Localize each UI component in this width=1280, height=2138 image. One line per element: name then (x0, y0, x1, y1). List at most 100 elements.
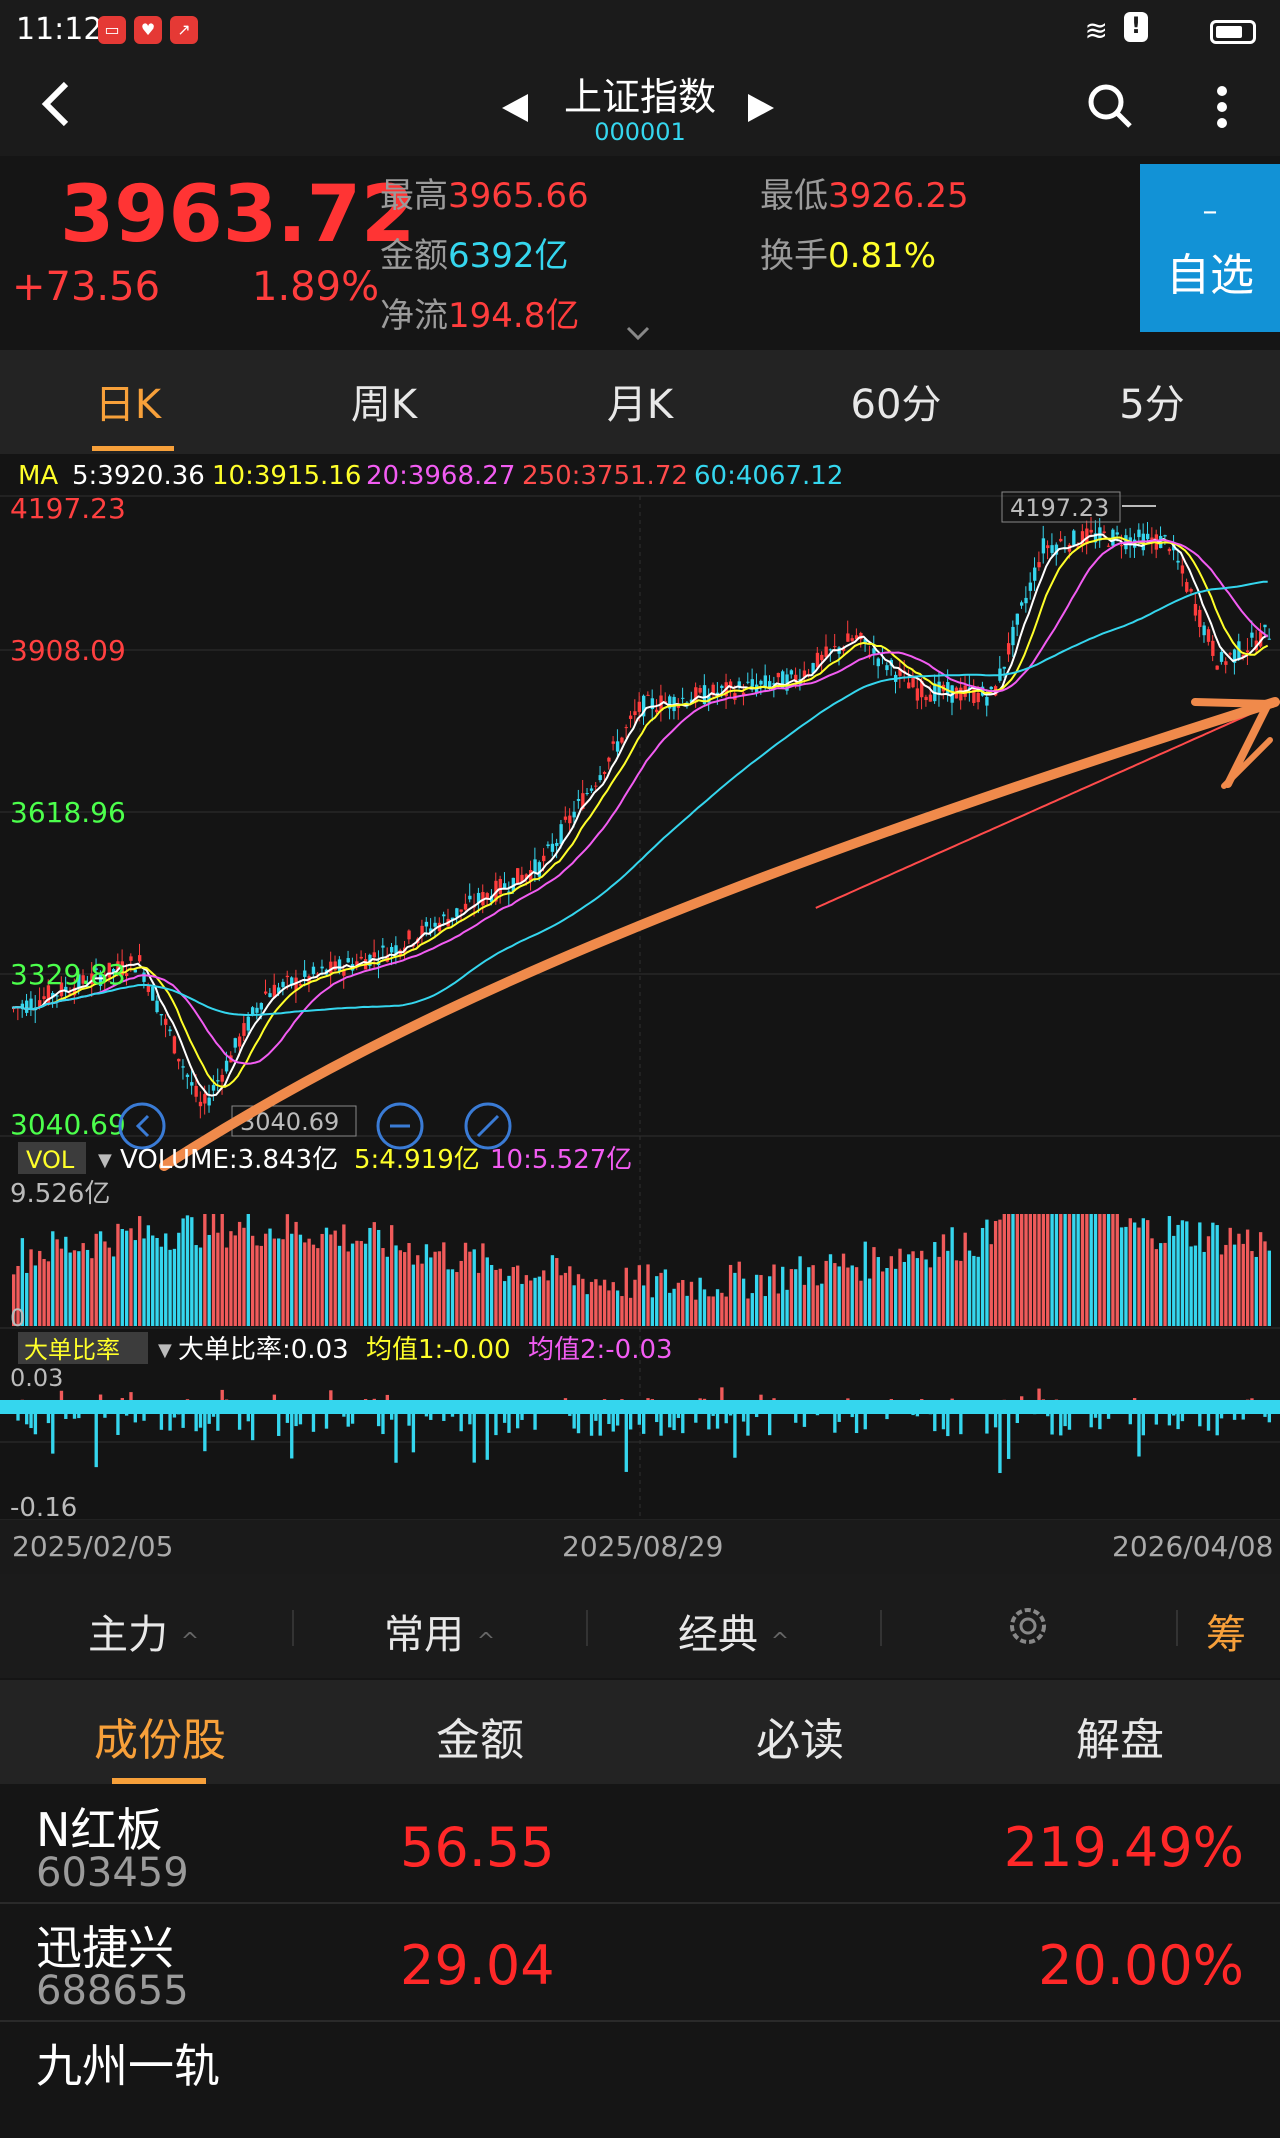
price-axis-4: 3329.83 (10, 958, 126, 991)
volume-bar (868, 1279, 871, 1326)
volume-bar (329, 1235, 332, 1326)
tab-5min[interactable]: 5分 (1024, 372, 1280, 430)
high-marker: 4197.23 (1010, 494, 1109, 522)
volume-bar (238, 1222, 241, 1326)
volume-bar (342, 1224, 345, 1326)
bigorder-bar (625, 1406, 628, 1472)
volume-bar (155, 1238, 158, 1326)
volume-bar (703, 1289, 706, 1326)
volume-bar (594, 1279, 597, 1326)
volume-bar (1181, 1220, 1184, 1326)
tab-must-read[interactable]: 必读 (640, 1704, 960, 1768)
kline-period-tabs: 日K 周K 月K 60分 5分 (0, 350, 1280, 454)
volume-bar (190, 1217, 193, 1326)
volume-bar (229, 1231, 232, 1326)
volume-bar (121, 1229, 124, 1326)
volume-bar (1116, 1214, 1119, 1326)
volume-bar (277, 1238, 280, 1326)
netflow-value: 194.8亿 (448, 296, 579, 336)
volume-bar (177, 1233, 180, 1326)
volume-bar (829, 1254, 832, 1326)
volume-bar (816, 1285, 819, 1326)
tab-amount[interactable]: 金额 (320, 1704, 640, 1768)
volume-bar (790, 1269, 793, 1326)
toolbar-classic[interactable]: 经典 ^ (678, 1602, 789, 1660)
list-tabs: 成份股 金额 必读 解盘 (0, 1680, 1280, 1784)
candlestick (151, 985, 154, 1001)
volume-bar (729, 1265, 732, 1326)
settings-button[interactable] (1004, 1602, 1052, 1654)
tab-monthly-k[interactable]: 月K (512, 372, 768, 430)
tab-60min[interactable]: 60分 (768, 372, 1024, 430)
volume-bar (607, 1290, 610, 1326)
volume-bar (82, 1243, 85, 1326)
volume-bar (977, 1257, 980, 1326)
low-value: 3926.25 (828, 176, 969, 216)
toolbar-main-force[interactable]: 主力 ^ (88, 1602, 199, 1660)
ma250-legend: 250:3751.72 (522, 461, 688, 491)
tab-daily-k[interactable]: 日K (0, 372, 256, 430)
volume-ma10-legend: 10:5.527亿 (490, 1145, 632, 1175)
tab-analysis[interactable]: 解盘 (960, 1704, 1280, 1768)
tab-weekly-k[interactable]: 周K (256, 372, 512, 430)
toolbar-common[interactable]: 常用 ^ (384, 1602, 495, 1660)
favorite-button[interactable]: – 自选 (1140, 164, 1280, 332)
alert-icon: ! (1124, 12, 1148, 42)
stock-change-pct: 219.49% (1004, 1816, 1244, 1879)
volume-bar (1185, 1221, 1188, 1326)
volume-bar (64, 1237, 67, 1326)
volume-bar (620, 1296, 623, 1326)
volume-bar (425, 1244, 428, 1326)
volume-bar (1216, 1225, 1219, 1326)
stock-row[interactable]: 迅捷兴 688655 29.04 20.00% (0, 1904, 1280, 2022)
volume-bar (1133, 1223, 1136, 1326)
volume-bar (659, 1273, 662, 1326)
date-end: 2026/04/08 (1112, 1530, 1273, 1563)
volume-bar (942, 1234, 945, 1326)
volume-bar (147, 1225, 150, 1326)
toolbar-classic-label: 经典 (678, 1612, 758, 1658)
volume-bar (733, 1273, 736, 1326)
volume-bar (1003, 1214, 1006, 1326)
volume-bar (772, 1265, 775, 1326)
volume-bar (446, 1269, 449, 1326)
volume-bar (1081, 1214, 1084, 1326)
candlestick (173, 1035, 176, 1054)
next-index-button[interactable] (746, 88, 776, 132)
volume-bar (1042, 1214, 1045, 1326)
volume-bar (473, 1249, 476, 1326)
volume-bar (420, 1264, 423, 1326)
volume-bar (368, 1228, 371, 1326)
status-time: 11:12 (16, 12, 102, 47)
notification-app-icon: ♥ (134, 16, 162, 44)
volume-bar (494, 1270, 497, 1326)
volume-bar (903, 1262, 906, 1326)
bigorder-max: 0.03 (10, 1364, 63, 1392)
volume-bar (1094, 1214, 1097, 1326)
volume-bar (1220, 1254, 1223, 1326)
kline-chart[interactable]: MA 5:3920.36 10:3915.16 20:3968.27 250:3… (0, 454, 1280, 1574)
volume-bar (299, 1235, 302, 1326)
volume-bar (334, 1231, 337, 1326)
stock-row[interactable]: 九州一轨 (0, 2022, 1280, 2138)
volume-bar (1072, 1214, 1075, 1326)
search-button[interactable] (1086, 82, 1134, 134)
bigorder-tag: 大单比率 (24, 1336, 120, 1364)
expand-quote-button[interactable] (624, 324, 652, 346)
volume-bar (181, 1218, 184, 1326)
volume-bar (820, 1284, 823, 1326)
volume-bar (1263, 1241, 1266, 1326)
volume-bar (533, 1278, 536, 1326)
volume-bar (186, 1215, 189, 1326)
triangle-right-icon (746, 88, 776, 128)
stock-row[interactable]: N红板 603459 56.55 219.49% (0, 1786, 1280, 1904)
volume-bar (972, 1256, 975, 1326)
chip-distribution-button[interactable]: 筹 (1206, 1602, 1246, 1660)
high-label: 最高 (380, 176, 448, 216)
more-button[interactable] (1214, 84, 1230, 134)
tab-constituents[interactable]: 成份股 (0, 1704, 320, 1768)
volume-bar (294, 1222, 297, 1326)
volume-bar (1055, 1214, 1058, 1326)
favorite-sign: – (1140, 194, 1280, 229)
volume-bar (60, 1249, 63, 1326)
